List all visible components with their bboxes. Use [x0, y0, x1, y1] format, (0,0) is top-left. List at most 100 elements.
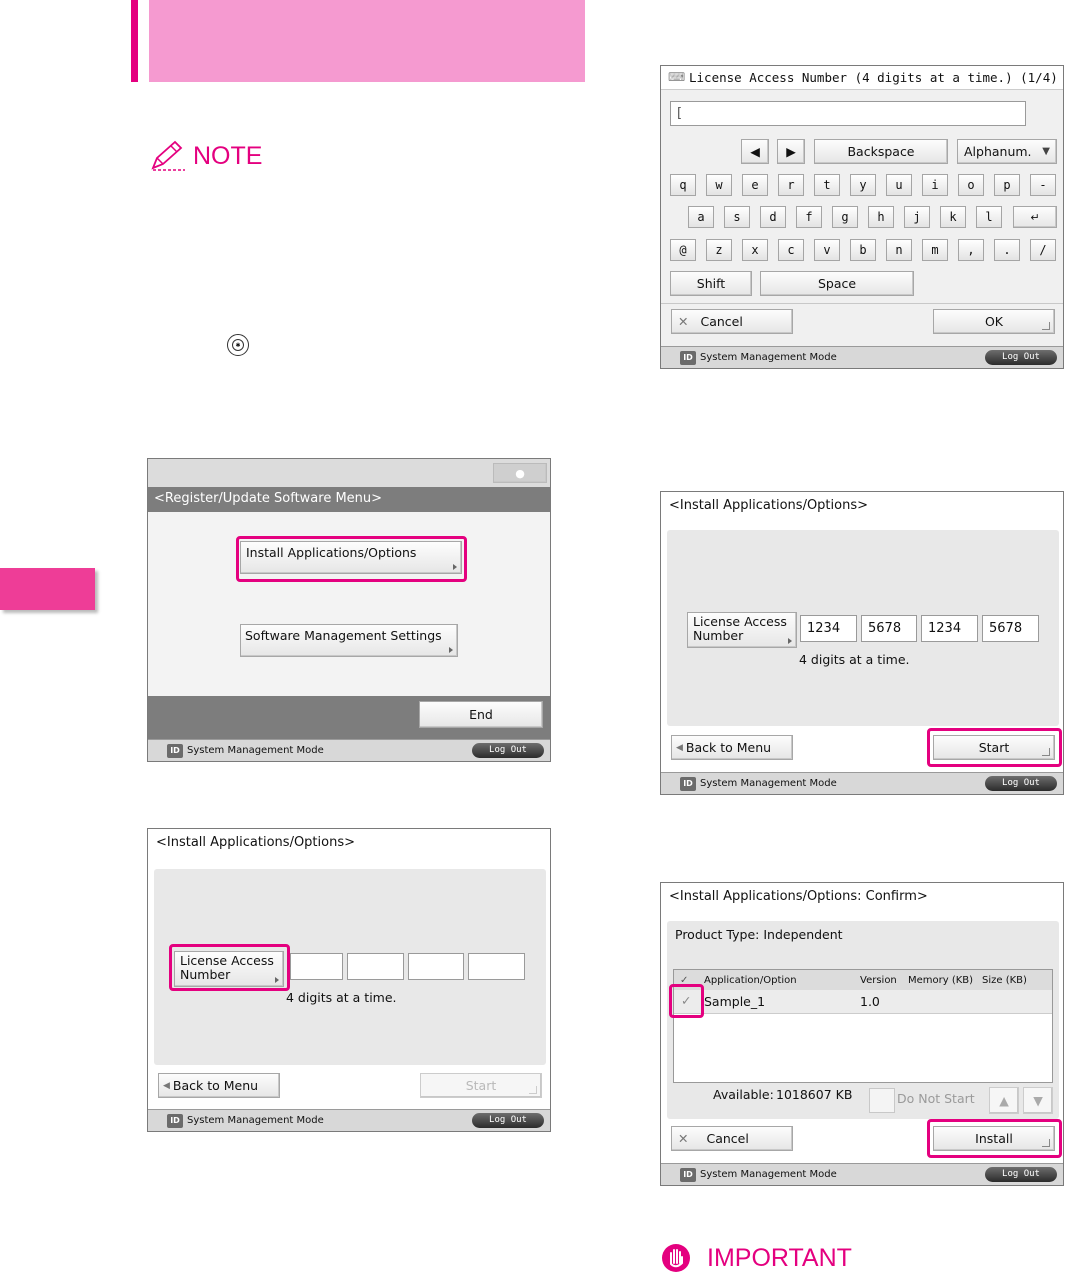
- key-j[interactable]: j: [904, 206, 930, 228]
- ok-button[interactable]: OK: [933, 309, 1055, 334]
- status-bar: ID System Management Mode Log Out: [661, 1163, 1063, 1185]
- key-l[interactable]: l: [976, 206, 1002, 228]
- register-update-screen: ● <Register/Update Software Menu> Instal…: [147, 458, 551, 762]
- chapter-side-tab: [0, 568, 95, 610]
- key-k[interactable]: k: [940, 206, 966, 228]
- key-v[interactable]: v: [814, 239, 840, 261]
- gear-icon: ●: [515, 466, 525, 480]
- key-o[interactable]: o: [958, 174, 984, 196]
- start-button[interactable]: Start: [420, 1073, 542, 1098]
- key-q[interactable]: q: [670, 174, 696, 196]
- license-field-1[interactable]: 1234: [800, 615, 857, 642]
- highlight-frame: [236, 536, 467, 582]
- cursor-left-button[interactable]: ◀: [741, 139, 769, 164]
- key-symbol[interactable]: -: [1030, 174, 1056, 196]
- key-symbol[interactable]: .: [994, 239, 1020, 261]
- key-a[interactable]: a: [688, 206, 714, 228]
- license-access-number-button[interactable]: License Access Number: [687, 612, 797, 648]
- end-button[interactable]: End: [419, 701, 543, 728]
- license-label-line2: Number: [693, 628, 744, 643]
- status-text: System Management Mode: [700, 778, 837, 789]
- screen-title: <Register/Update Software Menu>: [154, 491, 383, 506]
- key-f[interactable]: f: [796, 206, 822, 228]
- column-header: Memory (KB): [908, 974, 974, 986]
- product-type: Product Type: Independent: [675, 927, 843, 942]
- key-b[interactable]: b: [850, 239, 876, 261]
- important-heading: IMPORTANT: [707, 1244, 852, 1272]
- note-heading: NOTE: [193, 142, 263, 170]
- key-r[interactable]: r: [778, 174, 804, 196]
- key-n[interactable]: n: [886, 239, 912, 261]
- license-input[interactable]: [: [670, 101, 1026, 126]
- id-icon: ID: [167, 1113, 183, 1128]
- logout-button[interactable]: Log Out: [472, 1113, 544, 1128]
- key-z[interactable]: z: [706, 239, 732, 261]
- license-field-2[interactable]: [347, 953, 404, 980]
- end-label: End: [469, 707, 493, 722]
- shift-key[interactable]: Shift: [670, 271, 752, 296]
- key-x[interactable]: x: [742, 239, 768, 261]
- input-mode-dropdown[interactable]: Alphanum. ▼: [957, 139, 1057, 164]
- key-s[interactable]: s: [724, 206, 750, 228]
- enter-icon: ↵: [1030, 210, 1040, 224]
- column-header: Version: [860, 974, 897, 986]
- scroll-up-button[interactable]: ▲: [989, 1087, 1019, 1114]
- key-h[interactable]: h: [868, 206, 894, 228]
- backspace-label: Backspace: [847, 144, 915, 159]
- id-icon: ID: [167, 743, 183, 758]
- back-to-menu-label: Back to Menu: [685, 740, 772, 755]
- key-y[interactable]: y: [850, 174, 876, 196]
- license-field-4[interactable]: 5678: [982, 615, 1039, 642]
- logout-button[interactable]: Log Out: [985, 776, 1057, 791]
- status-bar: ID System Management Mode Log Out: [661, 346, 1063, 368]
- space-key[interactable]: Space: [760, 271, 914, 296]
- license-field-4[interactable]: [468, 953, 525, 980]
- license-value-1: 1234: [807, 621, 841, 636]
- cancel-button[interactable]: ✕ Cancel: [671, 1126, 793, 1151]
- license-field-3[interactable]: [408, 953, 464, 980]
- key-w[interactable]: w: [706, 174, 732, 196]
- license-field-3[interactable]: 1234: [921, 615, 978, 642]
- top-right-button[interactable]: ●: [493, 463, 547, 483]
- stop-hand-icon: [662, 1244, 690, 1272]
- do-not-start-checkbox[interactable]: [869, 1088, 895, 1113]
- shift-label: Shift: [696, 276, 726, 291]
- section-header-band: [149, 0, 585, 82]
- key-symbol[interactable]: @: [670, 239, 696, 261]
- install-options-empty-screen: <Install Applications/Options> License A…: [147, 828, 551, 1132]
- cancel-button[interactable]: ✕ Cancel: [671, 309, 793, 334]
- key-g[interactable]: g: [832, 206, 858, 228]
- install-options-filled-screen: <Install Applications/Options> License A…: [660, 491, 1064, 795]
- id-icon: ID: [680, 776, 696, 791]
- key-p[interactable]: p: [994, 174, 1020, 196]
- key-d[interactable]: d: [760, 206, 786, 228]
- back-to-menu-button[interactable]: ◀ Back to Menu: [671, 735, 793, 760]
- id-icon: ID: [680, 350, 696, 365]
- enter-key[interactable]: ↵: [1013, 206, 1057, 228]
- screen-title: <Install Applications/Options>: [669, 498, 868, 513]
- backspace-button[interactable]: Backspace: [814, 139, 948, 164]
- key-symbol[interactable]: ,: [958, 239, 984, 261]
- key-e[interactable]: e: [742, 174, 768, 196]
- software-management-settings-button[interactable]: Software Management Settings: [240, 624, 458, 657]
- key-u[interactable]: u: [886, 174, 912, 196]
- license-field-1[interactable]: [290, 953, 343, 980]
- key-i[interactable]: i: [922, 174, 948, 196]
- logout-button[interactable]: Log Out: [985, 350, 1057, 365]
- license-field-2[interactable]: 5678: [861, 615, 917, 642]
- logout-button[interactable]: Log Out: [985, 1167, 1057, 1182]
- chapter-bar: [131, 0, 138, 82]
- license-value-3: 1234: [928, 621, 962, 636]
- logout-button[interactable]: Log Out: [472, 743, 544, 758]
- back-to-menu-button[interactable]: ◀ Back to Menu: [158, 1073, 280, 1098]
- scroll-down-button[interactable]: ▼: [1023, 1087, 1053, 1114]
- arrow-up-icon: ▲: [999, 1093, 1009, 1108]
- highlight-frame: [169, 944, 290, 991]
- table-row[interactable]: ✓ Sample_1 1.0: [674, 990, 1052, 1014]
- key-t[interactable]: t: [814, 174, 840, 196]
- cursor-right-button[interactable]: ▶: [777, 139, 805, 164]
- key-m[interactable]: m: [922, 239, 948, 261]
- status-text: System Management Mode: [700, 352, 837, 363]
- key-c[interactable]: c: [778, 239, 804, 261]
- key-symbol[interactable]: /: [1030, 239, 1056, 261]
